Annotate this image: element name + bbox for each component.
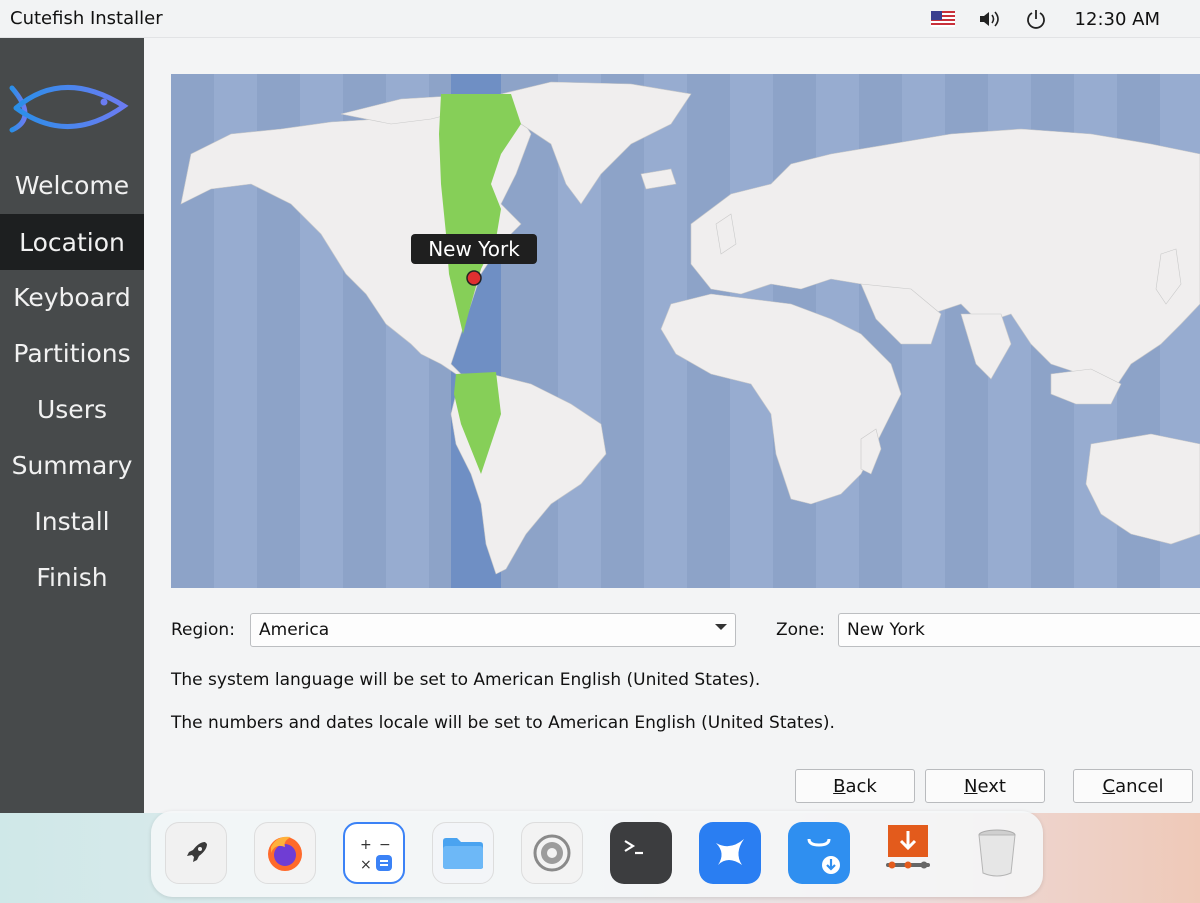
sidebar-item-install[interactable]: Install: [0, 493, 144, 549]
pin-label: New York: [428, 237, 520, 261]
region-label: Region:: [171, 620, 235, 640]
timezone-map[interactable]: New York: [171, 74, 1200, 588]
top-panel: Cutefish Installer 12:30 AM: [0, 0, 1200, 38]
svg-text:+: +: [360, 837, 372, 853]
next-button[interactable]: Next: [925, 769, 1045, 803]
sidebar-item-partitions[interactable]: Partitions: [0, 325, 144, 381]
sidebar-item-summary[interactable]: Summary: [0, 437, 144, 493]
pin-marker: [466, 270, 482, 286]
zone-label: Zone:: [776, 620, 826, 640]
firefox-icon[interactable]: [254, 822, 316, 884]
power-icon[interactable]: [1025, 0, 1047, 38]
system-tray: 12:30 AM: [930, 0, 1200, 38]
region-select[interactable]: America: [250, 613, 736, 647]
location-page: New York Region: America Zone: New York …: [144, 38, 1200, 813]
sidebar-item-location[interactable]: Location: [0, 214, 144, 270]
installer-sidebar: Welcome Location Keyboard Partitions Use…: [0, 38, 144, 813]
language-info: The system language will be set to Ameri…: [171, 670, 761, 690]
dock: + − ×: [151, 811, 1043, 897]
terminal-icon[interactable]: [610, 822, 672, 884]
app-title: Cutefish Installer: [10, 8, 163, 29]
browser-swift-icon[interactable]: [699, 822, 761, 884]
calculator-icon[interactable]: + − ×: [343, 822, 405, 884]
region-value: America: [259, 620, 330, 640]
store-download-icon[interactable]: [788, 822, 850, 884]
installer-download-icon[interactable]: [877, 822, 939, 884]
svg-text:×: ×: [360, 857, 372, 873]
svg-text:−: −: [379, 837, 391, 853]
locale-info: The numbers and dates locale will be set…: [171, 713, 835, 733]
us-flag-icon[interactable]: [930, 0, 955, 38]
trash-icon[interactable]: [966, 822, 1028, 884]
zone-select[interactable]: New York: [838, 613, 1200, 647]
sidebar-item-users[interactable]: Users: [0, 381, 144, 437]
sidebar-item-keyboard[interactable]: Keyboard: [0, 269, 144, 325]
cancel-button[interactable]: Cancel: [1073, 769, 1193, 803]
back-button[interactable]: Back: [795, 769, 915, 803]
fish-logo-icon: [8, 78, 130, 138]
clock[interactable]: 12:30 AM: [1075, 0, 1160, 38]
settings-gear-icon[interactable]: [521, 822, 583, 884]
files-folder-icon[interactable]: [432, 822, 494, 884]
volume-icon[interactable]: [977, 0, 1003, 38]
sidebar-item-welcome[interactable]: Welcome: [0, 157, 144, 213]
launcher-rocket-icon[interactable]: [165, 822, 227, 884]
chevron-down-icon: [715, 624, 727, 630]
sidebar-item-finish[interactable]: Finish: [0, 549, 144, 605]
zone-value: New York: [847, 620, 925, 640]
